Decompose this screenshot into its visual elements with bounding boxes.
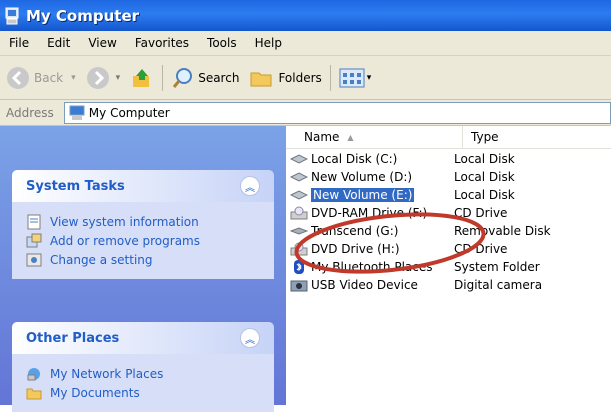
other-places-panel: Other Places ︽ My Network Places My Docu… [12,322,274,412]
menu-tools[interactable]: Tools [198,36,246,50]
other-places-header[interactable]: Other Places ︽ [12,322,274,354]
column-name-header[interactable]: Name ▲ [286,126,462,148]
task-label: Add or remove programs [50,233,200,248]
forward-arrow-icon [86,66,109,89]
item-name: Local Disk (C:) [311,152,398,166]
list-row-new-volume-d[interactable]: New Volume (D:) Local Disk [286,168,611,186]
views-button[interactable]: ▾ [339,62,372,94]
column-label: Type [471,130,499,144]
task-pane: System Tasks ︽ View system information A… [0,126,286,412]
system-info-icon [27,214,41,229]
panel-title: Other Places [26,330,120,346]
system-tasks-header[interactable]: System Tasks ︽ [12,170,274,202]
toolbar-separator [162,64,164,91]
menu-favorites[interactable]: Favorites [126,36,198,50]
collapse-icon[interactable]: ︽ [240,328,260,348]
address-bar: Address My Computer [0,100,611,126]
window-title: My Computer [26,6,140,25]
back-button[interactable]: Back ▾ [6,62,76,94]
task-view-system-info[interactable]: View system information [26,212,274,231]
item-name: New Volume (E:) [311,188,415,202]
network-places-icon [27,367,40,380]
task-label: View system information [50,214,199,229]
back-arrow-icon [7,66,29,89]
other-places-body: My Network Places My Documents [12,354,274,412]
search-icon [173,67,193,88]
address-label: Address [6,105,54,120]
chevron-down-icon[interactable]: ▾ [116,73,121,83]
folders-label: Folders [278,70,322,85]
item-type: Local Disk [454,170,515,184]
column-headers: Name ▲ Type [286,126,611,149]
task-label: Change a setting [50,252,153,267]
sort-arrow-icon: ▲ [347,132,354,142]
camera-icon [290,280,308,292]
task-change-setting[interactable]: Change a setting [26,250,274,269]
system-tasks-panel: System Tasks ︽ View system information A… [12,170,274,279]
computer-icon [5,7,19,24]
hard-drive-icon [290,190,308,200]
toolbar-separator [329,64,331,91]
views-icon [339,68,365,87]
folders-icon [250,72,272,86]
hard-drive-icon [290,154,308,164]
add-remove-icon [26,233,42,247]
chevron-down-icon[interactable]: ▾ [71,73,76,83]
hard-drive-icon [290,172,308,182]
chevron-down-icon[interactable]: ▾ [367,73,372,83]
menu-bar: File Edit View Favorites Tools Help [0,31,611,56]
place-my-network-places[interactable]: My Network Places [26,364,274,383]
search-label: Search [198,70,240,85]
computer-icon [69,105,85,120]
forward-button[interactable]: ▾ [86,62,121,94]
folders-button[interactable]: Folders [249,62,322,94]
collapse-icon[interactable]: ︽ [240,176,260,196]
search-button[interactable]: Search [171,62,239,94]
up-folder-button[interactable] [130,62,154,94]
item-name: New Volume (D:) [311,170,413,184]
place-my-documents[interactable]: My Documents [26,383,274,402]
back-label: Back [34,70,64,85]
place-label: My Network Places [50,366,164,381]
panel-title: System Tasks [26,178,125,194]
menu-edit[interactable]: Edit [38,36,79,50]
list-row-usb-video-device[interactable]: USB Video Device Digital camera [286,276,611,294]
documents-folder-icon [26,388,42,399]
item-type: Local Disk [454,188,515,202]
menu-view[interactable]: View [79,36,125,50]
list-row-local-disk-c[interactable]: Local Disk (C:) Local Disk [286,150,611,168]
address-value: My Computer [88,105,170,120]
column-label: Name [304,130,340,144]
place-label: My Documents [50,385,140,400]
column-type-header[interactable]: Type [462,126,611,148]
menu-file[interactable]: File [0,36,38,50]
control-panel-icon [26,253,42,266]
highlight-ellipse [294,212,486,274]
address-field[interactable]: My Computer [63,101,611,124]
item-name: USB Video Device [311,278,418,292]
task-add-remove-programs[interactable]: Add or remove programs [26,231,274,250]
up-folder-icon [133,68,150,87]
toolbar: Back ▾ ▾ Search Folders ▾ [0,56,611,100]
system-tasks-body: View system information Add or remove pr… [12,202,274,279]
menu-help[interactable]: Help [246,36,291,50]
title-bar: My Computer [0,0,611,31]
item-type: Local Disk [454,152,515,166]
item-type: Digital camera [454,278,543,292]
list-row-new-volume-e[interactable]: New Volume (E:) Local Disk [286,186,611,204]
